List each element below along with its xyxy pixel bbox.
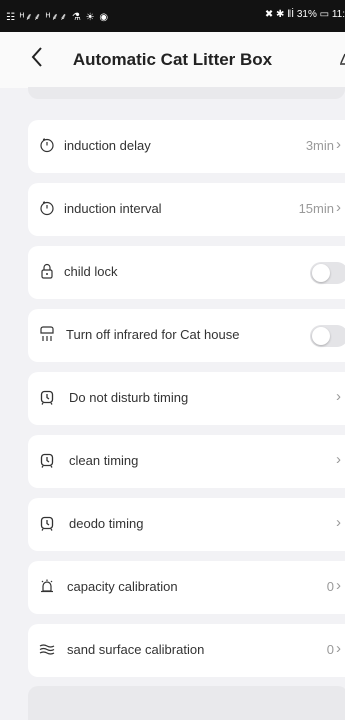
timer-icon bbox=[40, 138, 54, 153]
setting-label: induction interval bbox=[64, 201, 162, 216]
setting-label: sand surface calibration bbox=[67, 642, 205, 657]
edit-icon[interactable] bbox=[339, 52, 345, 66]
chevron-right-icon: › bbox=[336, 514, 341, 531]
chevron-right-icon: › bbox=[336, 451, 341, 468]
setting-capacity-calibration[interactable]: capacity calibration 0 › bbox=[28, 561, 345, 614]
setting-child-lock: child lock bbox=[28, 246, 345, 299]
cat-house-icon bbox=[40, 326, 54, 341]
setting-clean-timing[interactable]: clean timing › bbox=[28, 435, 345, 488]
setting-value: 0 bbox=[326, 579, 334, 594]
toggle-knob bbox=[312, 327, 330, 345]
setting-label: capacity calibration bbox=[67, 579, 178, 594]
toggle-knob bbox=[312, 264, 330, 282]
setting-induction-interval[interactable]: induction interval 15min › bbox=[28, 183, 345, 236]
chevron-right-icon: › bbox=[336, 388, 341, 405]
setting-label: Do not disturb timing bbox=[69, 390, 189, 405]
chevron-right-icon: › bbox=[336, 577, 341, 594]
infrared-toggle[interactable] bbox=[310, 325, 345, 347]
chevron-right-icon: › bbox=[336, 640, 341, 657]
status-bar: ☷ ᴴ⸙⸙ ᴴ⸙⸙ ⚗ ☀ ◉ ✖ ✱ ‖İ 31% ▭ 11: bbox=[0, 0, 345, 32]
waves-icon bbox=[39, 644, 55, 655]
child-lock-toggle[interactable] bbox=[310, 262, 345, 284]
lock-icon bbox=[41, 263, 53, 279]
chevron-right-icon: › bbox=[336, 199, 341, 216]
alarm-clock-icon bbox=[40, 516, 54, 531]
status-bar-right-info: ✖ ✱ ‖İ 31% ▭ 11: bbox=[264, 9, 345, 20]
page-title: Automatic Cat Litter Box bbox=[72, 50, 273, 69]
alarm-clock-icon bbox=[40, 453, 54, 468]
setting-value: 0 bbox=[326, 642, 334, 657]
setting-label: Turn off infrared for Cat house bbox=[66, 327, 240, 342]
setting-value: 3min bbox=[305, 138, 334, 153]
setting-label: deodo timing bbox=[69, 516, 144, 531]
setting-induction-delay[interactable]: induction delay 3min › bbox=[28, 120, 345, 173]
setting-infrared-cat-house: Turn off infrared for Cat house bbox=[28, 309, 345, 362]
bell-icon bbox=[41, 579, 53, 593]
setting-deodo-timing[interactable]: deodo timing › bbox=[28, 498, 345, 551]
setting-sand-surface-calibration[interactable]: sand surface calibration 0 › bbox=[28, 624, 345, 677]
setting-label: clean timing bbox=[69, 453, 139, 468]
setting-value: 15min bbox=[298, 201, 334, 216]
setting-label: child lock bbox=[64, 264, 118, 279]
alarm-clock-icon bbox=[40, 390, 54, 405]
timer-icon bbox=[40, 201, 54, 216]
setting-label: induction delay bbox=[64, 138, 151, 153]
top-card-edge bbox=[28, 87, 345, 99]
nav-bar: Automatic Cat Litter Box bbox=[0, 32, 345, 88]
bottom-card-edge bbox=[28, 686, 345, 720]
setting-do-not-disturb[interactable]: Do not disturb timing › bbox=[28, 372, 345, 425]
status-bar-left-icons: ☷ ᴴ⸙⸙ ᴴ⸙⸙ ⚗ ☀ ◉ bbox=[6, 12, 110, 23]
chevron-right-icon: › bbox=[336, 136, 341, 153]
